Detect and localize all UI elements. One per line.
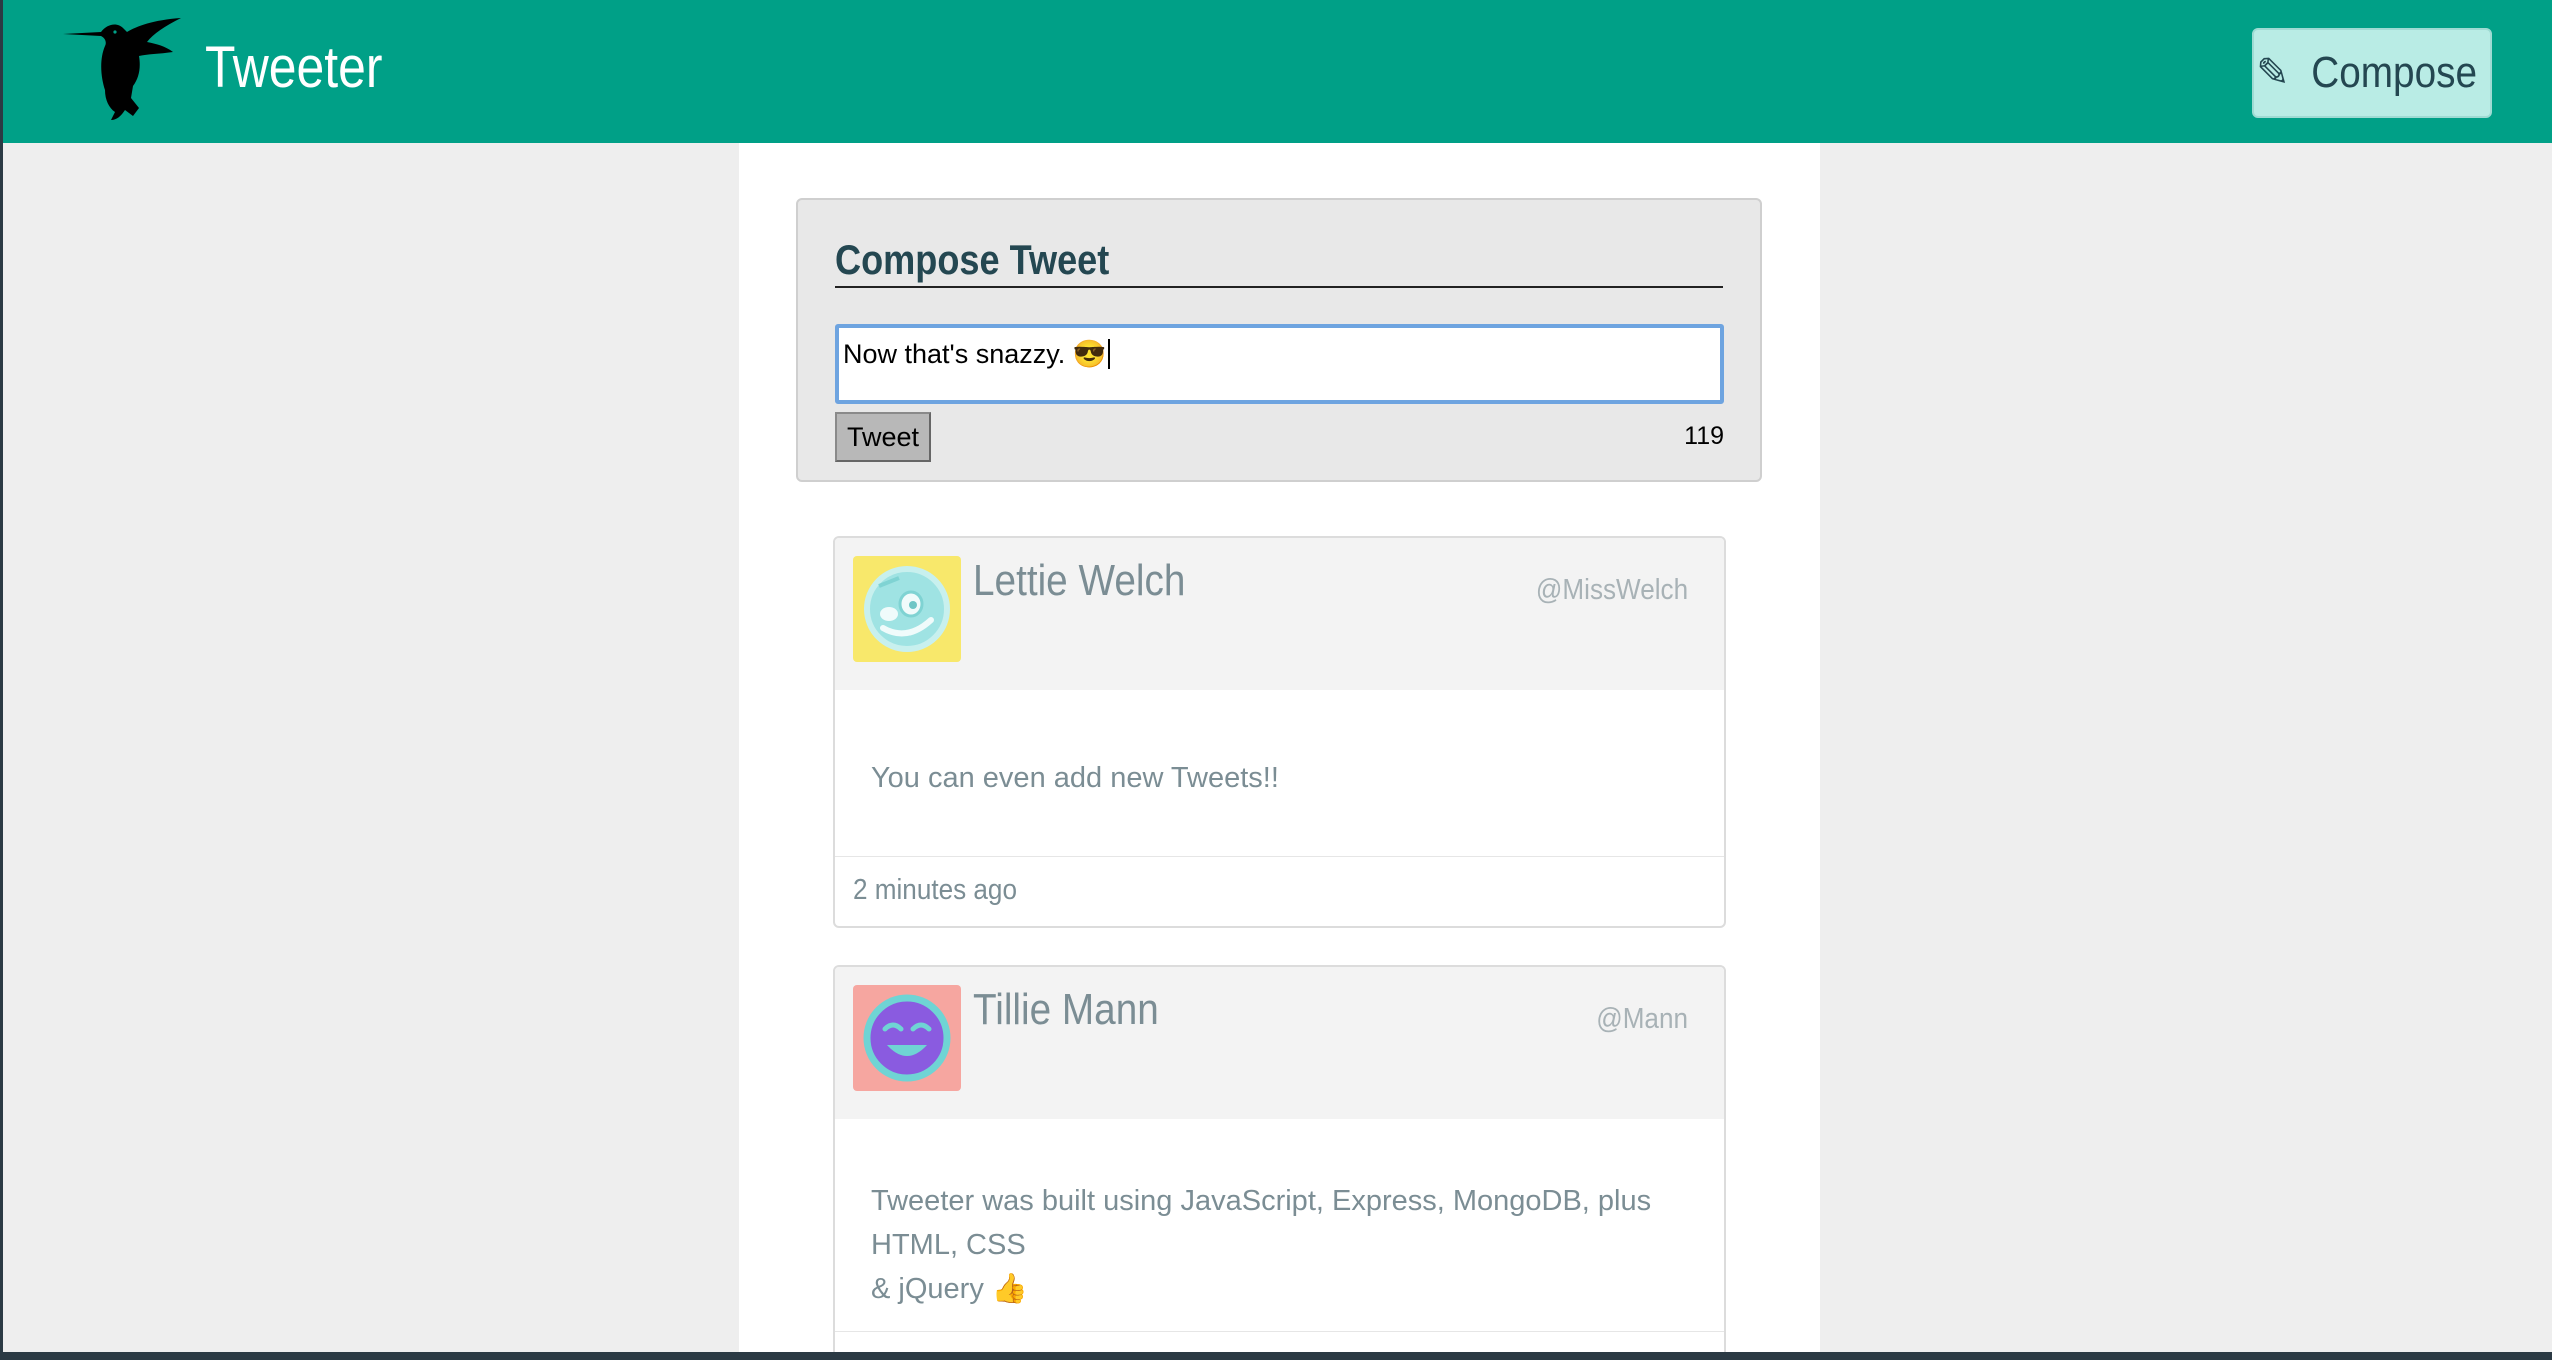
app-title: Tweeter [205,35,383,100]
compose-heading-divider [835,286,1723,288]
tweet-body-line: Tweeter was built using JavaScript, Expr… [871,1185,1652,1261]
compose-nav-button[interactable]: ✎ Compose [2252,28,2492,118]
tweet-footer-divider [835,856,1724,857]
compose-nav-button-label: Compose [2310,48,2477,97]
character-counter: 119 [1684,422,1724,450]
tweet-timestamp: 2 minutes ago [853,874,1017,906]
tweet-body-line: & jQuery 👍 [871,1273,1028,1305]
tweet-body: You can even add new Tweets!! [871,762,1279,794]
browser-window: Tweeter ✎ Compose Compose Tweet Now that… [3,0,2552,1352]
top-nav-bar: Tweeter ✎ Compose [3,0,2552,143]
tweet-author-handle: @Mann [1596,1003,1688,1035]
window-bottom-edge [0,1352,2552,1360]
tweet-submit-button[interactable]: Tweet [835,412,931,462]
compose-heading: Compose Tweet [835,236,1110,283]
hummingbird-logo-icon [61,16,191,121]
tweet-footer-divider [835,1331,1724,1332]
tweet-text-input[interactable]: Now that's snazzy. 😎 [835,324,1724,404]
text-caret [1108,339,1111,369]
avatar [853,985,961,1091]
pencil-icon: ✎ [2256,51,2290,95]
tweet-header: Tillie Mann @Mann [835,967,1724,1119]
tweet-card: Lettie Welch @MissWelch You can even add… [833,536,1726,928]
compose-tweet-panel: Compose Tweet Now that's snazzy. 😎 Tweet… [796,198,1762,482]
tweet-body: Tweeter was built using JavaScript, Expr… [871,1179,1688,1311]
tweet-card: Tillie Mann @Mann Tweeter was built usin… [833,965,1726,1352]
tweet-author-name: Tillie Mann [973,985,1159,1034]
tweet-author-handle: @MissWelch [1535,574,1688,606]
tweet-text-value: Now that's snazzy. 😎 [843,339,1107,369]
tweet-header: Lettie Welch @MissWelch [835,538,1724,690]
tweet-author-name: Lettie Welch [973,556,1186,605]
avatar [853,556,961,662]
